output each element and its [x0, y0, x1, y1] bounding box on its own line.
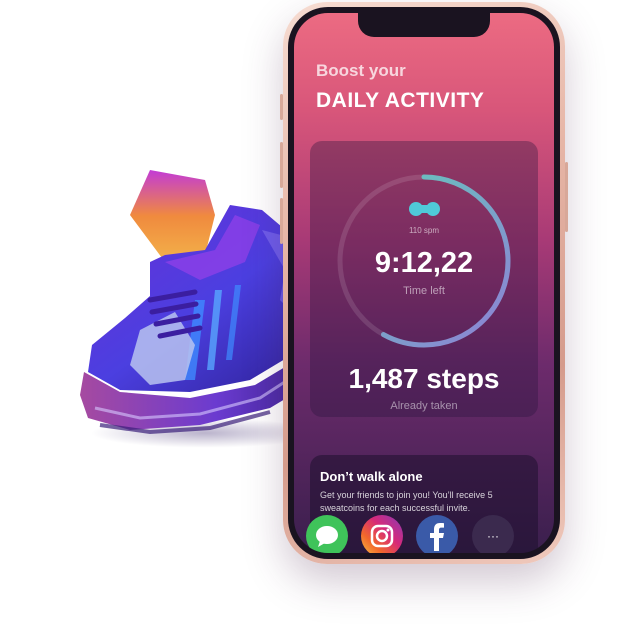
power-button [565, 162, 568, 232]
volume-down-button [280, 198, 283, 244]
header-subtitle: Boost your [316, 61, 406, 80]
more-icon: ··· [487, 529, 499, 543]
more-share-button[interactable]: ··· [472, 515, 514, 553]
steps-label: Already taken [390, 400, 458, 412]
phone-notch [358, 13, 490, 37]
share-buttons: ··· [306, 515, 542, 553]
instagram-share-button[interactable] [361, 515, 403, 553]
app-screen: Boost your DAILY ACTIVITY 110 spm 9:12,2… [294, 13, 554, 553]
invite-description: Get your friends to join you! You’ll rec… [320, 490, 493, 513]
steps-count: 1,487 steps [348, 363, 500, 394]
activity-card: 110 spm 9:12,22 Time left 1,487 steps Al… [310, 141, 538, 417]
messages-share-button[interactable] [306, 515, 348, 553]
facebook-share-button[interactable] [416, 515, 458, 553]
cadence-label: 110 spm [408, 226, 440, 235]
facebook-icon [430, 523, 444, 551]
phone-mockup: Boost your DAILY ACTIVITY 110 spm 9:12,2… [280, 2, 568, 564]
timer-label: Time left [403, 285, 445, 297]
page-title: DAILY ACTIVITY [316, 89, 485, 112]
instagram-icon [370, 524, 394, 548]
sweatcoin-logo-icon [409, 202, 440, 216]
timer-value: 9:12,22 [374, 247, 474, 279]
message-bubble-icon [316, 526, 338, 547]
mute-switch [280, 94, 283, 120]
invite-title: Don’t walk alone [320, 469, 423, 484]
volume-up-button [280, 142, 283, 188]
